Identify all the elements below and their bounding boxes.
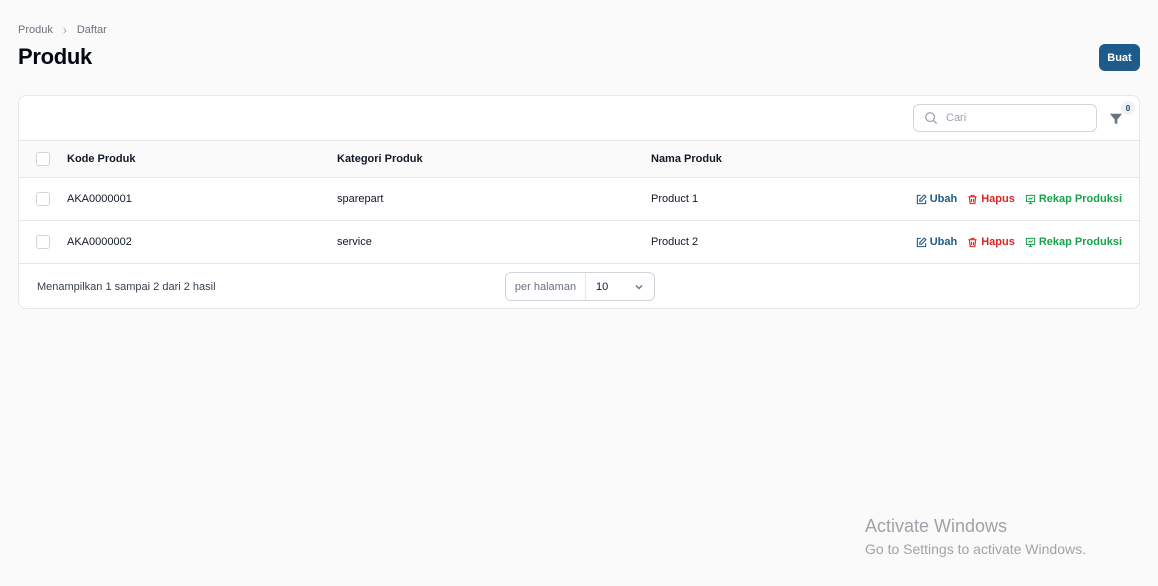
delete-label: Hapus — [981, 236, 1015, 248]
per-page-label: per halaman — [506, 273, 586, 300]
row-checkbox[interactable] — [36, 192, 50, 206]
cell-kode: AKA0000001 — [67, 193, 132, 205]
breadcrumb-item-daftar: Daftar — [76, 24, 107, 36]
column-header-kategori[interactable]: Kategori Produk — [337, 153, 423, 165]
presentation-chart-icon — [1025, 237, 1035, 247]
row-actions: Ubah Hapus Rekap Produksi — [916, 193, 1122, 205]
recap-label: Rekap Produksi — [1038, 193, 1122, 205]
windows-activation-watermark: Activate Windows Go to Settings to activ… — [865, 516, 1086, 557]
per-page-value[interactable]: 10 — [586, 281, 634, 293]
watermark-title: Activate Windows — [865, 516, 1008, 536]
create-button[interactable]: Buat — [1099, 44, 1140, 71]
edit-button[interactable]: Ubah — [916, 236, 958, 248]
breadcrumb-separator: › — [62, 23, 67, 37]
table-header-row: Kode Produk Kategori Produk Nama Produk — [19, 141, 1139, 178]
recap-button[interactable]: Rekap Produksi — [1025, 236, 1122, 248]
column-header-nama[interactable]: Nama Produk — [651, 153, 722, 165]
filter-count-badge: 0 — [1121, 101, 1135, 115]
select-all-checkbox[interactable] — [36, 152, 50, 166]
recap-button[interactable]: Rekap Produksi — [1025, 193, 1122, 205]
cell-kategori: sparepart — [337, 193, 384, 205]
delete-label: Hapus — [981, 193, 1015, 205]
filter-icon — [1109, 113, 1123, 125]
pagination-info: Menampilkan 1 sampai 2 dari 2 hasil — [37, 281, 216, 293]
presentation-chart-icon — [1025, 194, 1035, 204]
edit-button[interactable]: Ubah — [916, 193, 958, 205]
trash-icon — [968, 237, 977, 247]
page-title: Produk — [18, 44, 92, 69]
edit-icon — [916, 236, 927, 247]
product-table-card: 0 Kode Produk Kategori Produk Nama Produ… — [18, 95, 1140, 309]
table-row: AKA0000002 service Product 2 Ubah Hapus … — [19, 221, 1139, 264]
table-row: AKA0000001 sparepart Product 1 Ubah Hapu… — [19, 178, 1139, 221]
watermark-subtitle: Go to Settings to activate Windows. — [865, 541, 1086, 557]
delete-button[interactable]: Hapus — [967, 193, 1015, 205]
per-page-select[interactable]: per halaman 10 — [505, 272, 655, 301]
recap-label: Rekap Produksi — [1038, 236, 1122, 248]
search-input[interactable] — [946, 112, 1086, 124]
edit-label: Ubah — [929, 236, 958, 248]
edit-icon — [916, 193, 927, 204]
chevron-down-icon — [635, 284, 643, 289]
cell-nama: Product 1 — [651, 193, 699, 205]
cell-kode: AKA0000002 — [67, 236, 132, 248]
delete-button[interactable]: Hapus — [967, 236, 1015, 248]
breadcrumb: Produk › Daftar — [18, 23, 107, 37]
row-checkbox[interactable] — [36, 235, 50, 249]
cell-kategori: service — [337, 236, 372, 248]
search-box[interactable] — [913, 104, 1097, 132]
cell-nama: Product 2 — [651, 236, 699, 248]
table-toolbar: 0 — [19, 96, 1139, 141]
search-icon — [925, 112, 938, 125]
table-footer: Menampilkan 1 sampai 2 dari 2 hasil per … — [19, 264, 1139, 308]
column-header-kode[interactable]: Kode Produk — [67, 153, 135, 165]
edit-label: Ubah — [929, 193, 958, 205]
breadcrumb-item-produk[interactable]: Produk — [18, 24, 53, 36]
row-actions: Ubah Hapus Rekap Produksi — [916, 236, 1122, 248]
trash-icon — [968, 194, 977, 204]
